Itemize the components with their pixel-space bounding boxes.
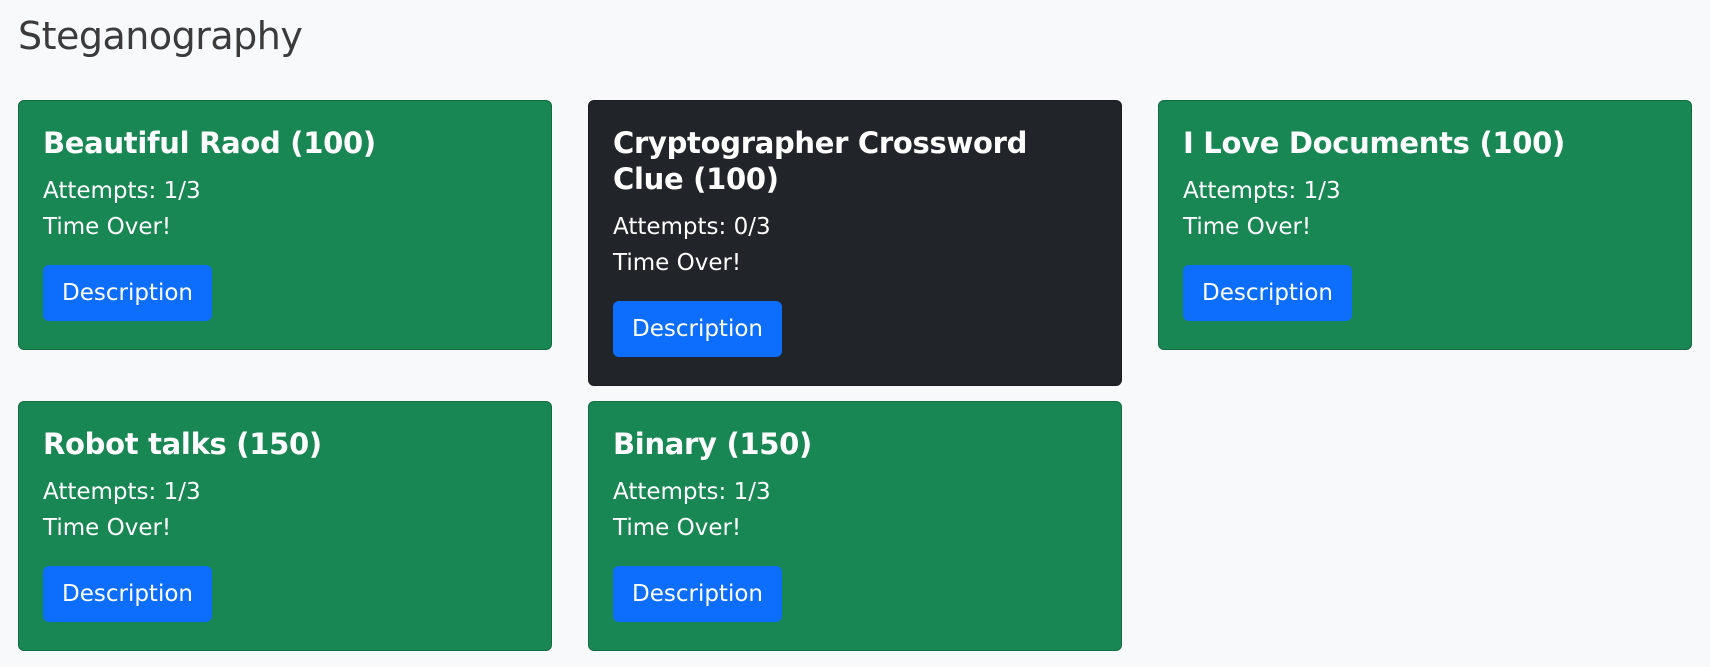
challenge-status: Time Over! [613,250,742,276]
challenge-card-robot-talks: Robot talks (150) Attempts: 1/3 Time Ove… [18,401,552,651]
challenge-card-beautiful-raod: Beautiful Raod (100) Attempts: 1/3 Time … [18,100,552,350]
challenge-status: Time Over! [1183,214,1312,240]
challenge-attempts: Attempts: 1/3 [613,479,771,505]
challenges-page: Steganography Beautiful Raod (100) Attem… [0,0,1710,667]
description-button[interactable]: Description [1183,265,1352,321]
challenge-status: Time Over! [43,515,172,541]
challenge-attempts: Attempts: 1/3 [43,479,201,505]
challenge-card-i-love-documents: I Love Documents (100) Attempts: 1/3 Tim… [1158,100,1692,350]
challenge-status: Time Over! [613,515,742,541]
challenge-title: Robot talks (150) [43,427,322,461]
challenge-card-binary: Binary (150) Attempts: 1/3 Time Over! De… [588,401,1122,651]
challenge-title: Cryptographer Crossword Clue (100) [613,126,1028,196]
challenge-attempts: Attempts: 0/3 [613,214,771,240]
challenge-title: Beautiful Raod (100) [43,126,376,160]
challenge-attempts: Attempts: 1/3 [1183,178,1341,204]
challenge-title: Binary (150) [613,427,813,461]
challenge-attempts: Attempts: 1/3 [43,178,201,204]
challenge-card-cryptographer-crossword-clue: Cryptographer Crossword Clue (100) Attem… [588,100,1122,386]
challenge-title: I Love Documents (100) [1183,126,1565,160]
description-button[interactable]: Description [43,566,212,622]
category-title: Steganography [18,14,303,58]
description-button[interactable]: Description [613,566,782,622]
challenge-status: Time Over! [43,214,172,240]
description-button[interactable]: Description [613,301,782,357]
description-button[interactable]: Description [43,265,212,321]
